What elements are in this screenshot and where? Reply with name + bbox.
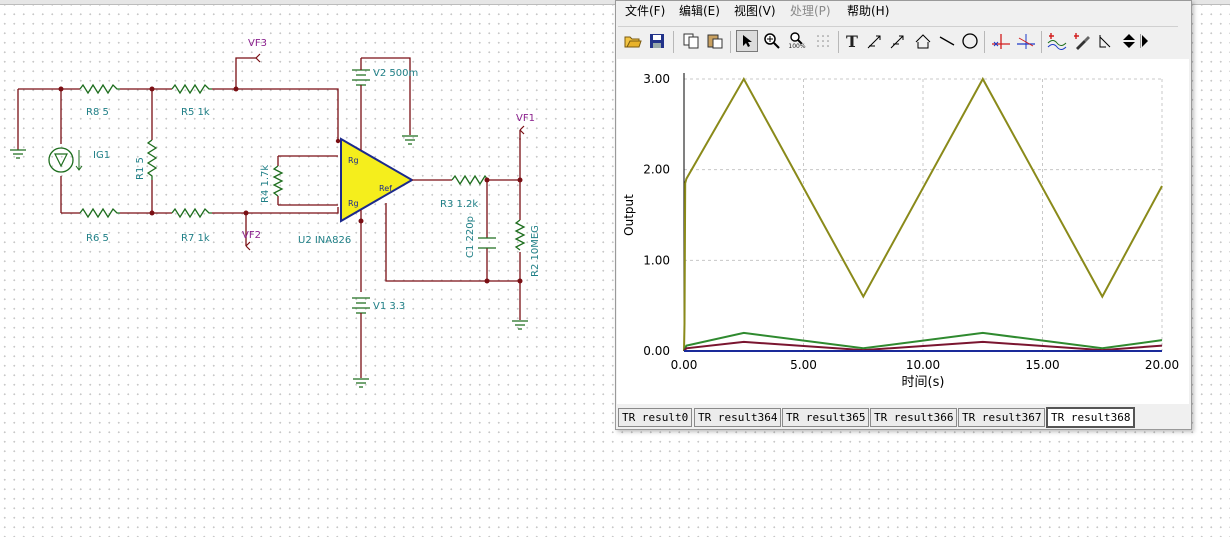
v1-label: V1 3.3 xyxy=(373,301,405,312)
series-line-0 xyxy=(683,76,1163,352)
x-tick-label: 0.00 xyxy=(671,358,698,372)
tab-result-4[interactable]: TR result367 xyxy=(958,408,1046,427)
menu-help[interactable]: 帮助(H) xyxy=(847,2,889,19)
v2-label: V2 500m xyxy=(373,68,418,79)
chart-grid xyxy=(684,78,1163,351)
y-axis-label: Output xyxy=(622,194,636,236)
tab-result-2[interactable]: TR result365 xyxy=(782,408,870,427)
x-axis-label: 时间(s) xyxy=(902,375,945,390)
ig1-label: IG1 xyxy=(93,150,110,161)
x-tick-label: 5.00 xyxy=(790,358,817,372)
marker-a-icon[interactable] xyxy=(990,30,1012,52)
menu-process[interactable]: 处理(P) xyxy=(790,2,831,19)
grid-icon[interactable] xyxy=(812,30,834,52)
circle-icon[interactable] xyxy=(959,30,981,52)
marker-b-icon[interactable] xyxy=(1015,30,1037,52)
c1-label: C1 220p xyxy=(465,216,476,258)
y-tick-label: 0.00 xyxy=(643,344,670,358)
r6-label: R6 5 xyxy=(86,233,109,244)
tab-result-0[interactable]: TR result0 xyxy=(618,408,693,427)
output-chart: 0.00 5.00 10.00 15.00 20.000.001.002.003.00 … xyxy=(622,72,1179,390)
nav-right-icon[interactable] xyxy=(1138,30,1152,52)
menu-edit[interactable]: 编辑(E) xyxy=(679,2,720,19)
nav-updown-icon[interactable] xyxy=(1118,30,1140,52)
y-tick-label: 3.00 xyxy=(643,72,670,86)
plot-area[interactable]: 0.00 5.00 10.00 15.00 20.00 0.00 1.00 2.00 3.00 … xyxy=(617,59,1189,404)
x-tick-label: 20.00 xyxy=(1145,358,1179,372)
vf3-probe-label: VF3 xyxy=(248,38,267,49)
r8-label: R8 5 xyxy=(86,107,109,118)
r2-label: R2 10MEG xyxy=(530,225,541,277)
r5-label: R5 1k xyxy=(181,107,210,118)
menu-view[interactable]: 视图(V) xyxy=(734,2,776,19)
tab-result-3[interactable]: TR result366 xyxy=(870,408,958,427)
save-icon[interactable] xyxy=(646,30,668,52)
r3-label: R3 1.2k xyxy=(440,199,478,210)
pick-icon[interactable] xyxy=(1070,30,1092,52)
y-tick-label: 2.00 xyxy=(643,163,670,177)
r7-label: R7 1k xyxy=(181,233,210,244)
ref-pin-label: Ref xyxy=(379,184,392,193)
rg-bottom-pin-label: Rg xyxy=(348,199,359,208)
toolbar: 100% T xyxy=(618,26,1178,57)
text-icon[interactable]: T xyxy=(841,30,863,52)
line-icon[interactable] xyxy=(936,30,958,52)
zoom-100-label: 100% xyxy=(788,43,806,50)
zoom-100-icon[interactable]: 100% xyxy=(786,30,808,52)
tab-result-1[interactable]: TR result364 xyxy=(694,408,782,427)
schematic-diagram: R8 5 R5 1k R6 5 R7 1k IG1 R1 5 R4 1.7k V… xyxy=(10,38,541,388)
paste-icon[interactable] xyxy=(704,30,726,52)
vf2-probe-label: VF2 xyxy=(242,230,261,241)
u2-label: U2 INA826 xyxy=(298,235,351,246)
pointer-icon[interactable] xyxy=(736,30,758,52)
y-tick-label: 1.00 xyxy=(643,253,670,267)
x-tick-label: 15.00 xyxy=(1025,358,1059,372)
open-icon[interactable] xyxy=(622,30,644,52)
copy-icon[interactable] xyxy=(680,30,702,52)
menu-bar: 文件(F) 编辑(E) 视图(V) 处理(P) 帮助(H) xyxy=(616,1,1191,19)
r1-label: R1 5 xyxy=(135,157,146,180)
cursor-ab-icon[interactable] xyxy=(912,30,934,52)
menu-file[interactable]: 文件(F) xyxy=(625,2,665,19)
chart-axes: 0.00 5.00 10.00 15.00 20.00 0.00 1.00 2.00 3.00 xyxy=(643,72,1179,372)
chart-series xyxy=(683,76,1163,352)
vf1-probe-label: VF1 xyxy=(516,113,535,124)
step-icon[interactable] xyxy=(1094,30,1116,52)
cursor-b-icon[interactable] xyxy=(887,30,909,52)
tab-result-5[interactable]: TR result368 xyxy=(1046,407,1136,428)
grapher-window[interactable]: 文件(F) 编辑(E) 视图(V) 处理(P) 帮助(H) 100% T 0.0… xyxy=(615,0,1192,430)
curves-icon[interactable] xyxy=(1046,30,1068,52)
x-tick-label: 10.00 xyxy=(906,358,940,372)
zoom-in-icon[interactable] xyxy=(761,30,783,52)
r4-label: R4 1.7k xyxy=(260,165,271,203)
cursor-a-icon[interactable] xyxy=(864,30,886,52)
rg-top-pin-label: Rg xyxy=(348,156,359,165)
